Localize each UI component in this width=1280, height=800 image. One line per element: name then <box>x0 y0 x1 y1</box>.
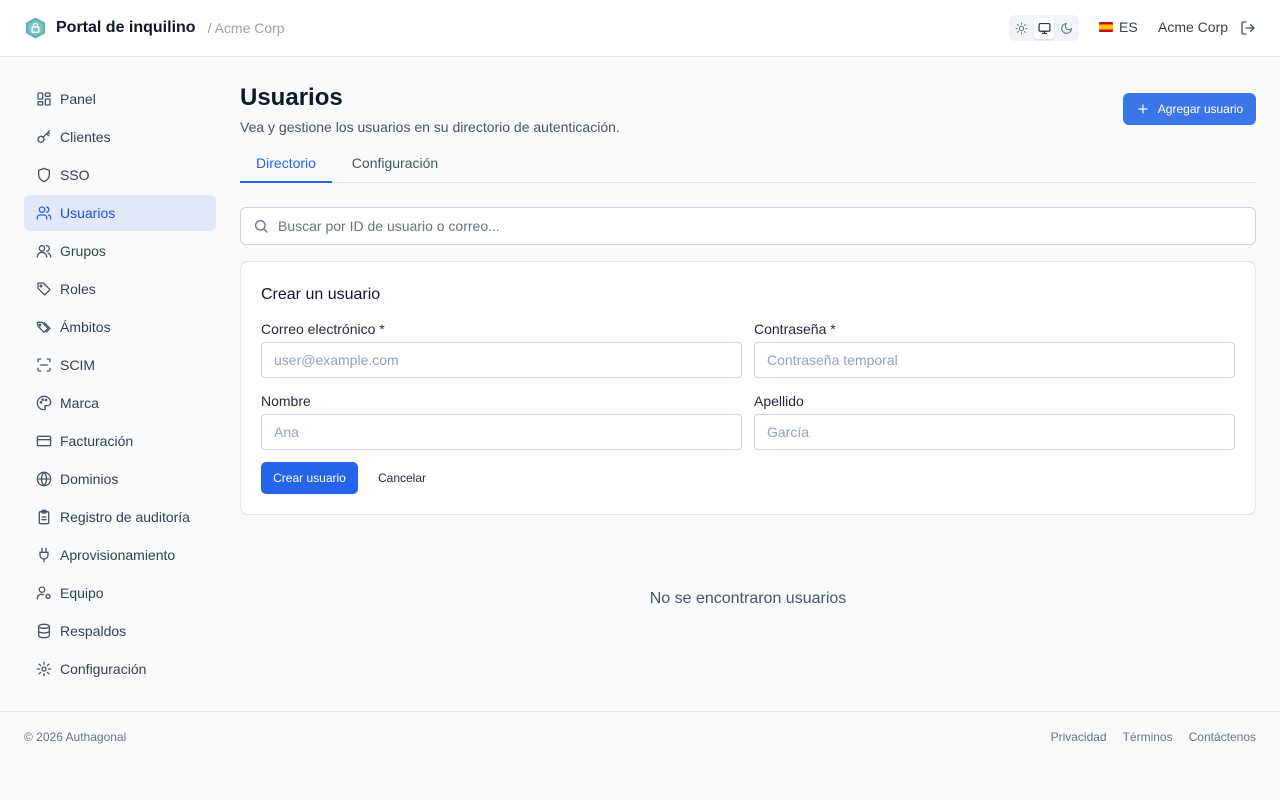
first-name-field[interactable] <box>261 414 742 450</box>
search-icon <box>254 220 268 233</box>
app-title: Portal de inquilino <box>56 19 196 36</box>
language-code: ES <box>1119 19 1138 35</box>
sidebar-item-roles[interactable]: Roles <box>24 271 216 307</box>
sidebar-item-label: Configuración <box>60 661 147 677</box>
scan-icon <box>37 358 51 372</box>
sidebar-item-marca[interactable]: Marca <box>24 385 216 421</box>
sidebar-item-label: Panel <box>60 91 96 107</box>
palette-icon <box>36 395 52 411</box>
plug-icon <box>39 547 49 563</box>
group-icon <box>36 245 52 258</box>
sidebar-item-configuracion[interactable]: Configuración <box>24 651 216 687</box>
theme-system-button[interactable] <box>1033 17 1055 39</box>
sidebar-item-label: Ámbitos <box>60 319 111 335</box>
email-label: Correo electrónico * <box>261 321 385 337</box>
users-icon <box>36 206 52 220</box>
sidebar-item-label: Grupos <box>60 243 106 259</box>
first-name-label: Nombre <box>261 393 311 409</box>
sidebar-item-sso[interactable]: SSO <box>24 157 216 193</box>
spain-flag-icon <box>1099 22 1113 32</box>
globe-icon <box>36 471 52 487</box>
brand[interactable]: Portal de inquilino / Acme Corp <box>24 16 285 40</box>
add-user-label: Agregar usuario <box>1157 102 1244 116</box>
page-description: Vea y gestione los usuarios en su direct… <box>240 119 620 135</box>
tag-icon <box>37 282 51 296</box>
user-cog-icon <box>36 586 51 600</box>
sidebar-item-ambitos[interactable]: Ámbitos <box>24 309 216 345</box>
sidebar-item-label: SSO <box>60 167 90 183</box>
tags-icon <box>36 321 51 333</box>
sidebar-item-label: Clientes <box>60 129 111 145</box>
theme-dark-button[interactable] <box>1056 18 1077 39</box>
theme-toggle <box>1009 15 1079 41</box>
sidebar-item-label: Equipo <box>60 585 104 601</box>
create-user-title: Crear un usuario <box>261 286 381 303</box>
last-name-label: Apellido <box>754 393 804 409</box>
top-bar: Portal de inquilino / Acme Corp ES Acme … <box>0 0 1280 57</box>
sidebar-item-label: Aprovisionamiento <box>60 547 176 563</box>
tab-configuracion[interactable]: Configuración <box>344 146 446 183</box>
footer-links: Privacidad Términos Contáctenos <box>1051 730 1256 744</box>
shield-icon <box>38 167 50 183</box>
sun-icon <box>1015 22 1028 34</box>
add-user-button[interactable]: Agregar usuario <box>1123 93 1256 125</box>
empty-state-message: No se encontraron usuarios <box>649 590 847 607</box>
search-box <box>240 207 1256 245</box>
privacy-link[interactable]: Privacidad <box>1051 730 1107 744</box>
password-field[interactable] <box>754 342 1235 378</box>
sidebar-item-label: Marca <box>60 395 99 411</box>
tab-bar: Directorio Configuración <box>240 146 1256 183</box>
sidebar-item-usuarios[interactable]: Usuarios <box>24 195 216 231</box>
clipboard-icon <box>38 509 50 525</box>
sidebar-item-dominios[interactable]: Dominios <box>24 461 216 497</box>
org-breadcrumb: / Acme Corp <box>207 20 285 36</box>
sidebar-item-registro-auditoria[interactable]: Registro de auditoría <box>24 499 216 535</box>
sidebar-item-label: Facturación <box>60 433 134 449</box>
sidebar-item-scim[interactable]: SCIM <box>24 347 216 383</box>
terms-link[interactable]: Términos <box>1123 730 1173 744</box>
moon-icon <box>1061 22 1073 34</box>
logout-icon[interactable] <box>1240 20 1256 36</box>
sidebar-item-panel[interactable]: Panel <box>24 81 216 117</box>
email-field[interactable] <box>261 342 742 378</box>
cancel-button[interactable]: Cancelar <box>366 462 438 494</box>
search-input[interactable] <box>278 218 1178 234</box>
theme-light-button[interactable] <box>1011 18 1032 39</box>
sidebar-item-respaldos[interactable]: Respaldos <box>24 613 216 649</box>
gear-icon <box>36 661 52 677</box>
sidebar-item-grupos[interactable]: Grupos <box>24 233 216 269</box>
org-name[interactable]: Acme Corp <box>1158 19 1228 35</box>
monitor-icon <box>1038 22 1050 34</box>
contact-link[interactable]: Contáctenos <box>1189 730 1256 744</box>
sidebar-item-label: Roles <box>60 281 96 297</box>
page-title: Usuarios <box>240 84 343 111</box>
sidebar-item-label: SCIM <box>60 357 95 373</box>
language-selector[interactable]: ES <box>1099 19 1138 35</box>
sidebar-item-label: Registro de auditoría <box>60 509 190 525</box>
copyright: © 2026 Authagonal <box>24 730 127 744</box>
dashboard-icon <box>37 92 51 106</box>
logo-icon <box>25 17 46 39</box>
password-label: Contraseña * <box>754 321 836 337</box>
sidebar-item-label: Usuarios <box>60 205 116 221</box>
sidebar-item-facturacion[interactable]: Facturación <box>24 423 216 459</box>
create-user-card: Crear un usuario Correo electrónico * Co… <box>240 261 1256 515</box>
key-icon <box>37 130 50 143</box>
plus-icon <box>1138 104 1148 114</box>
sidebar-item-equipo[interactable]: Equipo <box>24 575 216 611</box>
last-name-field[interactable] <box>754 414 1235 450</box>
credit-card-icon <box>36 435 52 447</box>
tab-directorio[interactable]: Directorio <box>240 146 332 183</box>
sidebar-item-label: Respaldos <box>60 623 127 639</box>
create-user-button[interactable]: Crear usuario <box>261 462 358 494</box>
sidebar-nav: Panel Clientes SSO Usuarios Grupos Roles… <box>24 81 216 689</box>
database-icon <box>38 623 50 639</box>
sidebar-item-clientes[interactable]: Clientes <box>24 119 216 155</box>
sidebar-item-aprovisionamiento[interactable]: Aprovisionamiento <box>24 537 216 573</box>
sidebar-item-label: Dominios <box>60 471 119 487</box>
footer: © 2026 Authagonal Privacidad Términos Co… <box>0 711 1280 800</box>
